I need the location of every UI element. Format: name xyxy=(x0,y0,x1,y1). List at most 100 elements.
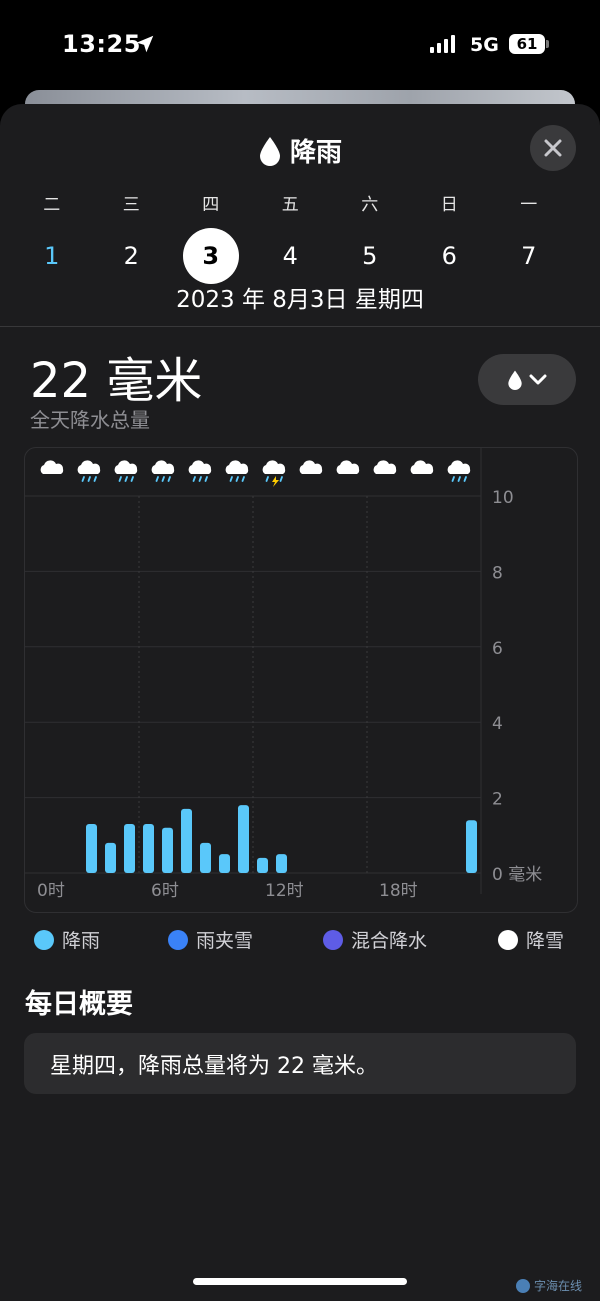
watermark-icon xyxy=(516,1278,530,1293)
cloud-shape xyxy=(114,460,138,474)
cloud-icon xyxy=(373,460,397,474)
location-arrow-icon xyxy=(136,35,154,53)
drizzle-drop xyxy=(130,476,134,482)
weekday-label: 五 xyxy=(281,195,299,215)
chart-legend: 降雨 雨夹雪 混合降水 降雪 xyxy=(0,926,600,956)
status-time: 13:25 xyxy=(62,30,141,58)
cloud-drizzle-icon xyxy=(447,460,471,482)
cloud-drizzle-icon xyxy=(151,460,175,482)
precipitation-bar xyxy=(86,823,97,873)
drizzle-drop xyxy=(161,476,165,482)
cloud-shape xyxy=(188,460,212,474)
drizzle-drop xyxy=(463,476,467,482)
date-button[interactable]: 7 xyxy=(489,228,569,284)
drizzle-drop xyxy=(279,476,283,482)
date-number: 1 xyxy=(44,242,60,270)
raindrop-icon xyxy=(508,370,522,390)
weekday-label: 日 xyxy=(440,195,458,215)
drizzle-drop xyxy=(229,476,233,482)
precipitation-bar-chart: 10 8 6 4 2 0 毫米 0时 6时 12时 18时 xyxy=(25,448,542,901)
precipitation-type-menu-button[interactable] xyxy=(478,354,576,405)
date-number: 6 xyxy=(441,242,457,270)
weekday-label: 六 xyxy=(361,195,379,215)
legend-label: 降雪 xyxy=(526,930,565,952)
precipitation-bar xyxy=(466,820,477,873)
date-button[interactable]: 2 xyxy=(92,228,172,284)
x-tick-label: 6时 xyxy=(151,881,179,901)
cloud-shape xyxy=(299,460,323,474)
precipitation-bar xyxy=(181,808,192,873)
date-button-selected[interactable]: 3 xyxy=(171,228,251,284)
cloud-icon xyxy=(299,460,323,474)
home-indicator[interactable] xyxy=(193,1278,407,1285)
precipitation-bar xyxy=(276,854,287,873)
cloud-shape xyxy=(410,460,434,474)
close-button[interactable] xyxy=(530,125,576,171)
y-tick-label: 6 xyxy=(492,639,503,659)
selected-full-date: 2023 年 8月3日 星期四 xyxy=(176,287,424,313)
drizzle-drop xyxy=(198,476,202,482)
cloud-shape xyxy=(40,460,64,474)
chevron-down-icon xyxy=(529,374,547,384)
legend-swatch xyxy=(34,929,54,950)
cloud-icon xyxy=(336,460,360,474)
precipitation-bar xyxy=(124,823,135,873)
date-button[interactable]: 4 xyxy=(251,228,331,284)
date-button[interactable]: 6 xyxy=(410,228,490,284)
drizzle-drop xyxy=(167,476,171,482)
status-bar: 13:25 5G 61 xyxy=(0,0,600,90)
drizzle-drop xyxy=(265,476,269,482)
date-picker-row: 1 2 3 4 5 6 7 xyxy=(12,228,600,284)
precipitation-bar xyxy=(105,842,116,873)
precipitation-chart: 10 8 6 4 2 0 毫米 0时 6时 12时 18时 xyxy=(24,447,578,913)
y-tick-label: 4 xyxy=(492,714,503,734)
precipitation-bar xyxy=(162,827,173,873)
sheet-title: 降雨 xyxy=(289,138,342,168)
precipitation-sheet: 降雨 二 三 四 五 六 日 一 1 2 3 4 5 6 7 2023 年 8月… xyxy=(0,104,600,1301)
date-button[interactable]: 5 xyxy=(330,228,410,284)
y-tick-label: 10 xyxy=(492,488,514,508)
legend-swatch xyxy=(498,929,518,950)
y-tick-label: 8 xyxy=(492,563,503,583)
battery-icon: 61 xyxy=(509,34,545,54)
watermark-logo: 字海在线 xyxy=(516,1277,582,1294)
drizzle-drop xyxy=(235,476,239,482)
legend-label: 混合降水 xyxy=(351,930,428,952)
date-number: 2 xyxy=(123,242,139,270)
total-precipitation-label: 全天降水总量 xyxy=(30,408,150,432)
legend-swatch xyxy=(168,929,188,950)
daily-summary-heading: 每日概要 xyxy=(25,989,133,1020)
legend-item-rain: 降雨 xyxy=(34,926,100,953)
weekday-row: 二 三 四 五 六 日 一 xyxy=(12,190,600,215)
precipitation-bar xyxy=(200,842,211,873)
cloud-shape xyxy=(225,460,249,474)
y-tick-label: 0 毫米 xyxy=(492,865,542,885)
sheet-header: 降雨 xyxy=(0,132,600,169)
raindrop-icon xyxy=(259,136,280,166)
precipitation-bar xyxy=(143,823,154,873)
date-number: 3 xyxy=(182,228,239,284)
drizzle-drop xyxy=(451,476,455,482)
drizzle-drop xyxy=(87,476,91,482)
drizzle-drop xyxy=(155,476,159,482)
drizzle-drop xyxy=(81,476,85,482)
battery-tip xyxy=(546,40,549,48)
drizzle-drop xyxy=(457,476,461,482)
daily-summary-card: 星期四，降雨总量将为 22 毫米。 xyxy=(24,1033,576,1094)
cloud-shape xyxy=(373,460,397,474)
network-type: 5G xyxy=(470,34,499,56)
drizzle-drop xyxy=(241,476,245,482)
xmark-icon xyxy=(544,139,562,157)
date-number: 5 xyxy=(362,242,378,270)
precipitation-bar xyxy=(219,854,230,873)
x-tick-label: 0时 xyxy=(37,881,65,901)
drizzle-drop xyxy=(118,476,122,482)
total-precipitation: 22 毫米 xyxy=(30,353,203,409)
weekday-label: 一 xyxy=(520,195,538,215)
date-button[interactable]: 1 xyxy=(12,228,92,284)
cloud-drizzle-icon xyxy=(225,460,249,482)
divider xyxy=(0,326,600,327)
legend-item-snow: 降雪 xyxy=(498,926,564,953)
cloud-shape xyxy=(77,460,101,474)
y-tick-label: 2 xyxy=(492,790,503,810)
